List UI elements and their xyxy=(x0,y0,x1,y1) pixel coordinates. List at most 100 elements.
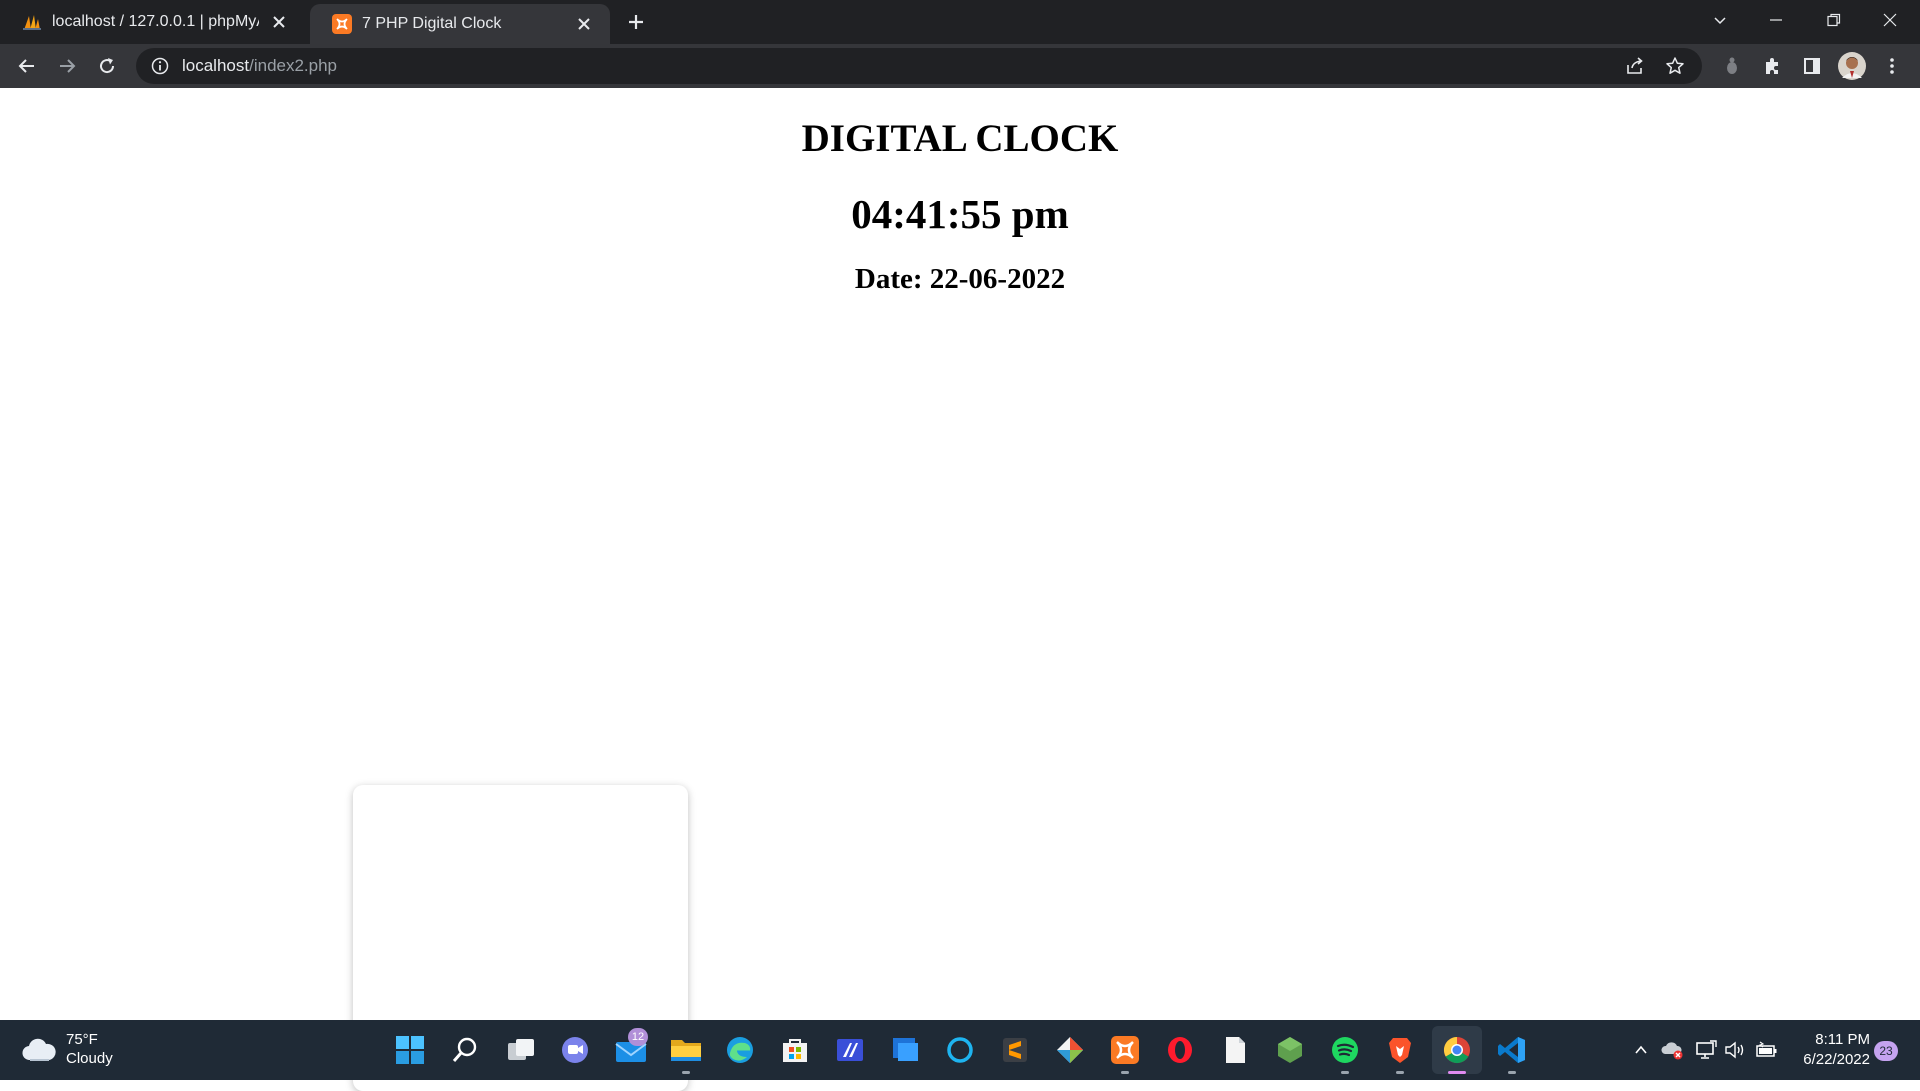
menu-button[interactable] xyxy=(1876,50,1908,82)
avatar xyxy=(1838,52,1866,80)
whiteboard-button[interactable] xyxy=(887,1032,923,1068)
task-view-button[interactable] xyxy=(503,1032,539,1068)
share-button[interactable] xyxy=(1619,50,1651,82)
speaker-icon xyxy=(1725,1041,1744,1059)
close-window-button[interactable] xyxy=(1862,0,1918,40)
sublime-icon xyxy=(1003,1038,1027,1062)
cortana-button[interactable] xyxy=(942,1032,978,1068)
git-button[interactable] xyxy=(1052,1032,1088,1068)
arrow-left-icon xyxy=(18,59,34,73)
share-icon xyxy=(1627,57,1643,74)
weather-widget[interactable]: 75°F Cloudy xyxy=(22,1030,113,1068)
search-button[interactable] xyxy=(447,1032,483,1068)
star-icon xyxy=(1666,57,1684,74)
taskbar-clock[interactable]: 8:11 PM 6/22/2022 xyxy=(1790,1030,1870,1070)
page-content: DIGITAL CLOCK 04:41:55 pm Date: 22-06-20… xyxy=(0,88,1920,1091)
brave-icon xyxy=(1389,1038,1411,1063)
brave-button[interactable] xyxy=(1382,1032,1418,1068)
restore-button[interactable] xyxy=(1806,0,1862,40)
extensions-button[interactable] xyxy=(1756,50,1788,82)
xampp-button[interactable] xyxy=(1107,1032,1143,1068)
xampp-icon xyxy=(1111,1036,1139,1064)
chrome-icon xyxy=(1443,1036,1470,1064)
windows-icon xyxy=(396,1036,424,1064)
cloud-icon xyxy=(22,1038,56,1061)
teams-chat-button[interactable] xyxy=(557,1032,593,1068)
folder-icon xyxy=(671,1040,701,1061)
address-bar[interactable]: localhost/index2.php xyxy=(136,48,1702,84)
onedrive-button[interactable] xyxy=(1660,1038,1684,1062)
extension-button[interactable] xyxy=(1716,50,1748,82)
back-button[interactable] xyxy=(11,50,43,82)
search-icon xyxy=(452,1037,477,1062)
notepad-button[interactable] xyxy=(1217,1032,1253,1068)
close-icon xyxy=(1883,13,1897,27)
opera-icon xyxy=(1168,1037,1192,1063)
tab-search-button[interactable] xyxy=(1692,0,1748,40)
tab-title: 7 PHP Digital Clock xyxy=(362,15,502,32)
start-button[interactable] xyxy=(392,1032,428,1068)
profile-button[interactable] xyxy=(1836,50,1868,82)
store-icon xyxy=(783,1039,807,1062)
plus-icon xyxy=(629,15,643,29)
taskbar-time: 8:11 PM xyxy=(1815,1031,1870,1048)
forward-button[interactable] xyxy=(51,50,83,82)
reload-button[interactable] xyxy=(91,50,123,82)
opera-button[interactable] xyxy=(1162,1032,1198,1068)
task-view-icon xyxy=(508,1039,534,1060)
azure-app-icon xyxy=(837,1039,863,1061)
running-indicator xyxy=(1396,1071,1404,1074)
browser-tab-strip: localhost / 127.0.0.1 | phpMyAdm 7 PHP D… xyxy=(0,0,1920,44)
side-panel-icon xyxy=(1804,58,1820,74)
puzzle-icon xyxy=(1766,58,1778,74)
clock-time: 04:41:55 pm xyxy=(851,191,1069,237)
document-icon xyxy=(1226,1037,1245,1063)
mail-badge: 12 xyxy=(628,1028,648,1046)
url-path: /index2.php xyxy=(249,56,338,75)
new-tab-button[interactable] xyxy=(622,8,650,36)
cloud-error-icon xyxy=(1661,1042,1683,1060)
vscode-button[interactable] xyxy=(1494,1032,1530,1068)
running-indicator xyxy=(1508,1071,1516,1074)
node-button[interactable] xyxy=(1272,1032,1308,1068)
hexagon-icon xyxy=(1278,1037,1302,1063)
spotify-button[interactable] xyxy=(1327,1032,1363,1068)
edge-button[interactable] xyxy=(722,1032,758,1068)
file-explorer-button[interactable] xyxy=(668,1032,704,1068)
tab-php-digital-clock[interactable]: 7 PHP Digital Clock xyxy=(310,4,610,44)
close-icon[interactable] xyxy=(572,12,596,36)
vscode-icon xyxy=(1498,1037,1525,1063)
more-vert-icon xyxy=(1890,58,1894,74)
chevron-up-icon xyxy=(1635,1045,1647,1054)
cortana-icon xyxy=(947,1037,973,1063)
arrow-right-icon xyxy=(60,59,76,73)
info-icon[interactable] xyxy=(150,56,170,76)
volume-button[interactable] xyxy=(1724,1038,1748,1062)
board-icon xyxy=(893,1038,918,1061)
clock-date: Date: 22-06-2022 xyxy=(854,263,1066,295)
minimize-button[interactable] xyxy=(1748,0,1804,40)
browser-toolbar: localhost/index2.php xyxy=(0,44,1920,88)
running-indicator xyxy=(1121,1071,1129,1074)
restore-icon xyxy=(1827,13,1841,27)
phpmyadmin-icon xyxy=(23,15,41,30)
bookmark-button[interactable] xyxy=(1659,50,1691,82)
xampp-icon xyxy=(332,14,352,34)
side-panel-button[interactable] xyxy=(1796,50,1828,82)
tab-title: localhost / 127.0.0.1 | phpMyAdm xyxy=(52,13,259,30)
reload-icon xyxy=(100,58,115,74)
network-button[interactable] xyxy=(1694,1038,1718,1062)
edge-icon xyxy=(727,1037,753,1063)
battery-button[interactable] xyxy=(1755,1038,1779,1062)
url-host: localhost xyxy=(182,56,250,75)
store-button[interactable] xyxy=(777,1032,813,1068)
sublime-text-button[interactable] xyxy=(997,1032,1033,1068)
show-hidden-icons-button[interactable] xyxy=(1629,1038,1653,1062)
azure-app-button[interactable] xyxy=(832,1032,868,1068)
taskbar: 75°F Cloudy 12 8:11 PM 6/22/2022 23 xyxy=(0,1020,1920,1080)
notification-badge[interactable]: 23 xyxy=(1874,1041,1898,1061)
close-icon[interactable] xyxy=(267,10,291,34)
battery-icon xyxy=(1756,1041,1777,1057)
chrome-button[interactable] xyxy=(1439,1032,1475,1068)
tab-phpmyadmin[interactable]: localhost / 127.0.0.1 | phpMyAdm xyxy=(0,0,305,44)
